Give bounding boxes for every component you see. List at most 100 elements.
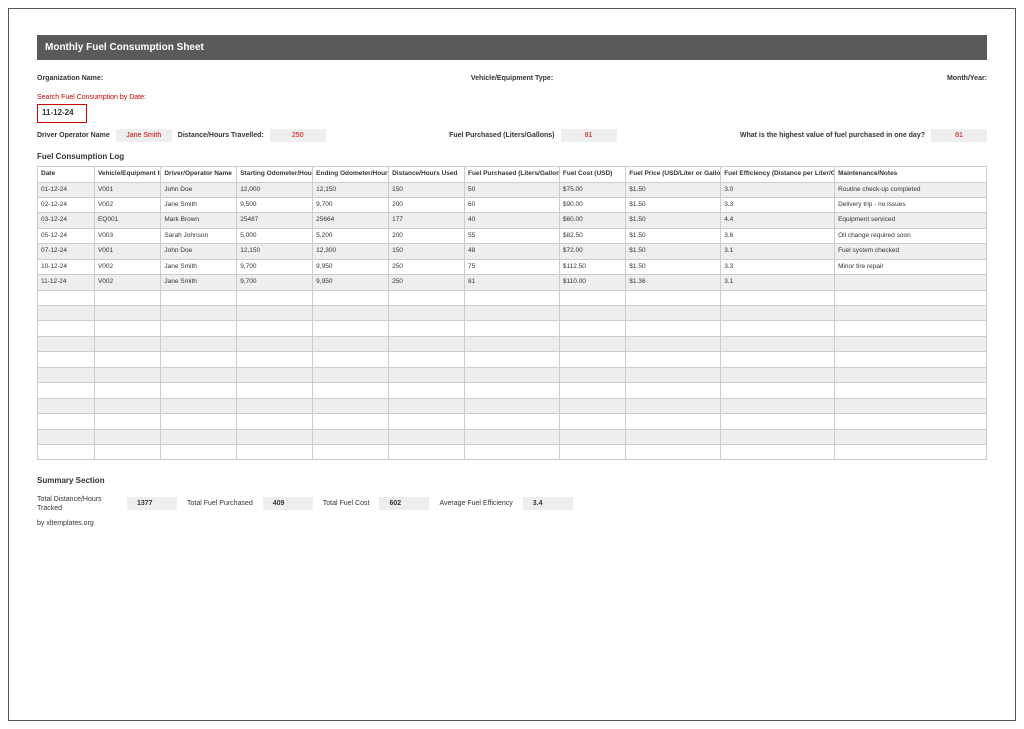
table-cell: [721, 352, 835, 367]
table-cell: [161, 414, 237, 429]
table-cell: $60.00: [559, 213, 625, 228]
table-cell: 81: [464, 275, 559, 290]
table-cell: $1.50: [626, 228, 721, 243]
table-cell: [464, 290, 559, 305]
table-cell: [464, 336, 559, 351]
table-cell: [38, 444, 95, 459]
col-header: Maintenance/Notes: [835, 167, 987, 182]
table-cell: [38, 367, 95, 382]
table-cell: [161, 383, 237, 398]
table-cell: [626, 367, 721, 382]
table-cell: [389, 398, 465, 413]
table-cell: [313, 383, 389, 398]
table-cell: [161, 444, 237, 459]
table-cell: Jane Smith: [161, 275, 237, 290]
table-cell: [237, 398, 313, 413]
table-cell: [313, 398, 389, 413]
table-cell: Jane Smith: [161, 259, 237, 274]
table-cell: 150: [389, 244, 465, 259]
summary-value: 409: [263, 497, 313, 510]
table-cell: [835, 306, 987, 321]
table-row: [38, 367, 987, 382]
table-cell: [313, 352, 389, 367]
table-cell: Routine check-up completed: [835, 182, 987, 197]
table-cell: [835, 290, 987, 305]
table-cell: [38, 352, 95, 367]
summary-label: Total Distance/Hours Tracked: [37, 495, 117, 513]
table-cell: [389, 352, 465, 367]
table-cell: $75.00: [559, 182, 625, 197]
table-cell: [626, 444, 721, 459]
table-row: [38, 444, 987, 459]
col-header: Fuel Price (USD/Liter or Gallon): [626, 167, 721, 182]
table-cell: Sarah Johnson: [161, 228, 237, 243]
table-cell: [38, 290, 95, 305]
table-cell: 40: [464, 213, 559, 228]
table-cell: [94, 367, 160, 382]
table-cell: [721, 367, 835, 382]
table-cell: [626, 429, 721, 444]
table-row: [38, 290, 987, 305]
table-cell: [626, 306, 721, 321]
table-cell: 05-12-24: [38, 228, 95, 243]
table-cell: [38, 306, 95, 321]
table-cell: V003: [94, 228, 160, 243]
table-cell: 177: [389, 213, 465, 228]
answer-value: 81: [931, 129, 987, 142]
table-row: [38, 321, 987, 336]
table-cell: $1.50: [626, 182, 721, 197]
table-cell: [94, 352, 160, 367]
table-cell: 9,950: [313, 275, 389, 290]
table-cell: Equipment serviced: [835, 213, 987, 228]
summary-label: Total Fuel Cost: [323, 499, 370, 508]
table-cell: $72.00: [559, 244, 625, 259]
table-cell: [313, 336, 389, 351]
table-cell: [464, 352, 559, 367]
table-cell: [161, 336, 237, 351]
table-cell: 11-12-24: [38, 275, 95, 290]
table-row: [38, 383, 987, 398]
table-cell: 3.3: [721, 259, 835, 274]
table-cell: 25664: [313, 213, 389, 228]
table-cell: [559, 352, 625, 367]
table-cell: [94, 306, 160, 321]
table-cell: Jane Smith: [161, 197, 237, 212]
table-cell: [835, 398, 987, 413]
table-cell: [626, 290, 721, 305]
summary-value: 1377: [127, 497, 177, 510]
table-row: 03-12-24EQ001Mark Brown254872566417740$6…: [38, 213, 987, 228]
table-cell: $1.50: [626, 244, 721, 259]
table-cell: [721, 429, 835, 444]
table-cell: [721, 444, 835, 459]
table-cell: [94, 444, 160, 459]
table-cell: [626, 398, 721, 413]
table-row: [38, 306, 987, 321]
table-cell: [626, 321, 721, 336]
table-cell: 200: [389, 197, 465, 212]
table-cell: [94, 414, 160, 429]
table-cell: $1.50: [626, 197, 721, 212]
table-cell: [626, 414, 721, 429]
table-cell: 10-12-24: [38, 259, 95, 274]
table-cell: [559, 429, 625, 444]
table-row: [38, 429, 987, 444]
table-cell: [559, 444, 625, 459]
table-cell: EQ001: [94, 213, 160, 228]
table-cell: [313, 321, 389, 336]
table-cell: V001: [94, 182, 160, 197]
table-cell: 9,700: [237, 259, 313, 274]
summary-header: Summary Section: [37, 476, 987, 486]
table-cell: 9,950: [313, 259, 389, 274]
table-row: 11-12-24V002Jane Smith9,7009,95025081$11…: [38, 275, 987, 290]
table-cell: Oil change required soon: [835, 228, 987, 243]
table-cell: [721, 306, 835, 321]
table-cell: [835, 275, 987, 290]
table-cell: V002: [94, 259, 160, 274]
table-cell: [464, 306, 559, 321]
table-cell: 4.4: [721, 213, 835, 228]
search-date-input[interactable]: 11-12-24: [37, 104, 87, 122]
table-cell: [313, 367, 389, 382]
distance-value: 250: [270, 129, 326, 142]
fuel-sheet: Monthly Fuel Consumption Sheet Organizat…: [37, 35, 987, 528]
table-cell: 55: [464, 228, 559, 243]
